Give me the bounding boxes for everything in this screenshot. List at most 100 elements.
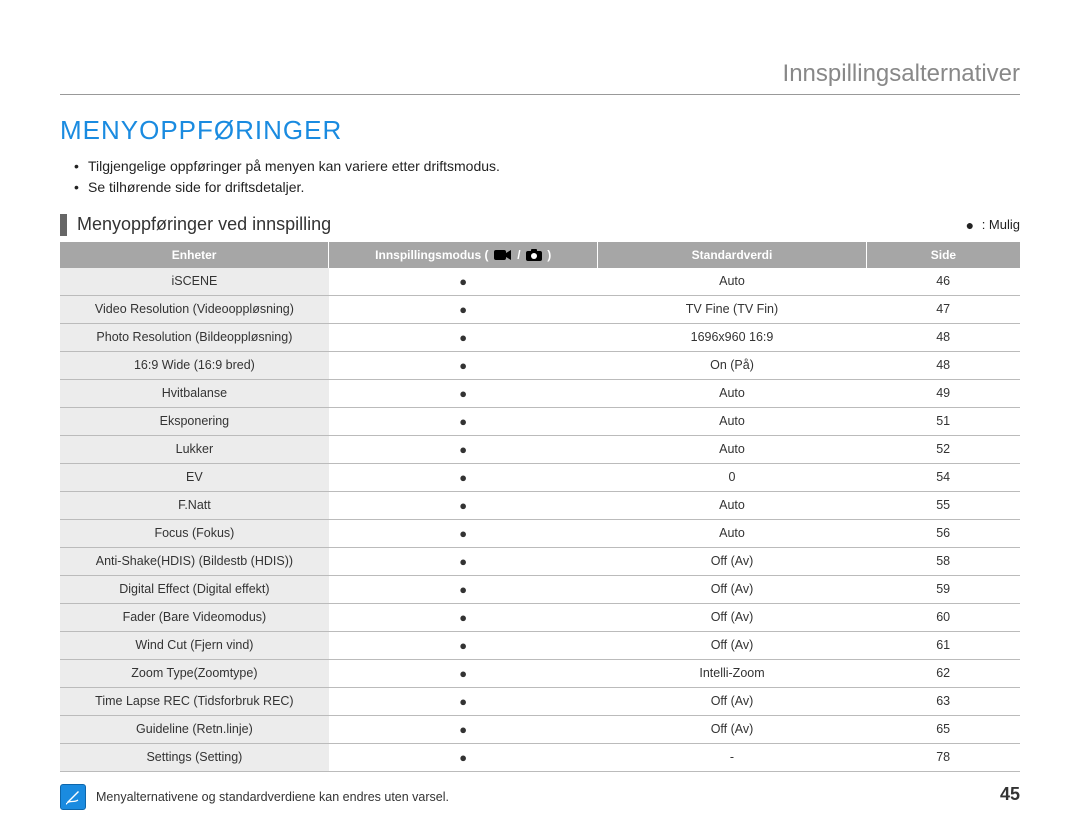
cell-page: 59	[866, 575, 1020, 603]
table-row: Eksponering●Auto51	[60, 407, 1020, 435]
table-row: Video Resolution (Videooppløsning)●TV Fi…	[60, 295, 1020, 323]
cell-name: Fader (Bare Videomodus)	[60, 603, 329, 631]
cell-mode: ●	[329, 268, 598, 296]
cell-mode: ●	[329, 547, 598, 575]
col-header-mode: Innspillingsmodus ( / )	[329, 242, 598, 268]
cell-default: Auto	[598, 268, 867, 296]
cell-name: Time Lapse REC (Tidsforbruk REC)	[60, 687, 329, 715]
table-row: iSCENE●Auto46	[60, 268, 1020, 296]
cell-default: Off (Av)	[598, 715, 867, 743]
note-icon	[60, 784, 86, 810]
cell-page: 48	[866, 351, 1020, 379]
cell-page: 58	[866, 547, 1020, 575]
mode-sep: /	[517, 248, 524, 262]
cell-page: 54	[866, 463, 1020, 491]
cell-page: 52	[866, 435, 1020, 463]
table-row: F.Natt●Auto55	[60, 491, 1020, 519]
col-header-default: Standardverdi	[598, 242, 867, 268]
cell-mode: ●	[329, 323, 598, 351]
table-row: Fader (Bare Videomodus)●Off (Av)60	[60, 603, 1020, 631]
cell-mode: ●	[329, 463, 598, 491]
legend: ● : Mulig	[966, 217, 1020, 234]
cell-name: Hvitbalanse	[60, 379, 329, 407]
cell-mode: ●	[329, 715, 598, 743]
cell-page: 63	[866, 687, 1020, 715]
cell-page: 47	[866, 295, 1020, 323]
legend-label: : Mulig	[982, 217, 1020, 232]
cell-mode: ●	[329, 603, 598, 631]
cell-default: Off (Av)	[598, 603, 867, 631]
cell-mode: ●	[329, 659, 598, 687]
cell-default: Off (Av)	[598, 575, 867, 603]
cell-default: Intelli-Zoom	[598, 659, 867, 687]
cell-page: 55	[866, 491, 1020, 519]
table-row: Settings (Setting)●-78	[60, 743, 1020, 771]
cell-name: Guideline (Retn.linje)	[60, 715, 329, 743]
cell-mode: ●	[329, 351, 598, 379]
cell-mode: ●	[329, 407, 598, 435]
cell-default: Auto	[598, 407, 867, 435]
cell-name: Zoom Type(Zoomtype)	[60, 659, 329, 687]
cell-name: iSCENE	[60, 268, 329, 296]
table-row: EV●054	[60, 463, 1020, 491]
cell-mode: ●	[329, 435, 598, 463]
table-row: Hvitbalanse●Auto49	[60, 379, 1020, 407]
intro-bullet: Se tilhørende side for driftsdetaljer.	[88, 177, 1020, 198]
video-mode-icon	[494, 249, 512, 261]
cell-default: Off (Av)	[598, 547, 867, 575]
table-row: Anti-Shake(HDIS) (Bildestb (HDIS))●Off (…	[60, 547, 1020, 575]
cell-name: EV	[60, 463, 329, 491]
intro-bullet-list: Tilgjengelige oppføringer på menyen kan …	[60, 156, 1020, 198]
cell-default: Auto	[598, 491, 867, 519]
table-row: Zoom Type(Zoomtype)●Intelli-Zoom62	[60, 659, 1020, 687]
col-header-page: Side	[866, 242, 1020, 268]
cell-page: 46	[866, 268, 1020, 296]
legend-dot-icon: ●	[966, 217, 978, 233]
cell-name: F.Natt	[60, 491, 329, 519]
cell-page: 51	[866, 407, 1020, 435]
cell-default: Auto	[598, 379, 867, 407]
chapter-title: Innspillingsalternativer	[60, 60, 1020, 95]
cell-default: Off (Av)	[598, 631, 867, 659]
table-row: Time Lapse REC (Tidsforbruk REC)●Off (Av…	[60, 687, 1020, 715]
table-row: Photo Resolution (Bildeoppløsning)●1696x…	[60, 323, 1020, 351]
cell-default: Auto	[598, 435, 867, 463]
cell-default: Off (Av)	[598, 687, 867, 715]
table-row: Wind Cut (Fjern vind)●Off (Av)61	[60, 631, 1020, 659]
cell-name: Digital Effect (Digital effekt)	[60, 575, 329, 603]
cell-mode: ●	[329, 519, 598, 547]
col-header-units: Enheter	[60, 242, 329, 268]
cell-mode: ●	[329, 295, 598, 323]
cell-default: Auto	[598, 519, 867, 547]
cell-name: Lukker	[60, 435, 329, 463]
menu-table: Enheter Innspillingsmodus ( / ) S	[60, 242, 1020, 772]
intro-bullet: Tilgjengelige oppføringer på menyen kan …	[88, 156, 1020, 177]
table-row: Focus (Fokus)●Auto56	[60, 519, 1020, 547]
cell-name: Wind Cut (Fjern vind)	[60, 631, 329, 659]
page-number: 45	[1000, 784, 1020, 805]
cell-page: 78	[866, 743, 1020, 771]
cell-page: 62	[866, 659, 1020, 687]
cell-mode: ●	[329, 631, 598, 659]
cell-name: Eksponering	[60, 407, 329, 435]
sub-heading: Menyoppføringer ved innspilling	[60, 214, 331, 236]
cell-default: 0	[598, 463, 867, 491]
cell-name: Settings (Setting)	[60, 743, 329, 771]
cell-name: Anti-Shake(HDIS) (Bildestb (HDIS))	[60, 547, 329, 575]
cell-page: 56	[866, 519, 1020, 547]
cell-default: -	[598, 743, 867, 771]
mode-suffix: )	[547, 248, 551, 262]
table-row: Lukker●Auto52	[60, 435, 1020, 463]
cell-default: On (På)	[598, 351, 867, 379]
cell-page: 48	[866, 323, 1020, 351]
cell-mode: ●	[329, 743, 598, 771]
cell-name: Video Resolution (Videooppløsning)	[60, 295, 329, 323]
cell-default: 1696x960 16:9	[598, 323, 867, 351]
cell-mode: ●	[329, 491, 598, 519]
cell-mode: ●	[329, 575, 598, 603]
cell-default: TV Fine (TV Fin)	[598, 295, 867, 323]
cell-page: 61	[866, 631, 1020, 659]
table-row: Digital Effect (Digital effekt)●Off (Av)…	[60, 575, 1020, 603]
table-row: 16:9 Wide (16:9 bred)●On (På)48	[60, 351, 1020, 379]
cell-mode: ●	[329, 379, 598, 407]
